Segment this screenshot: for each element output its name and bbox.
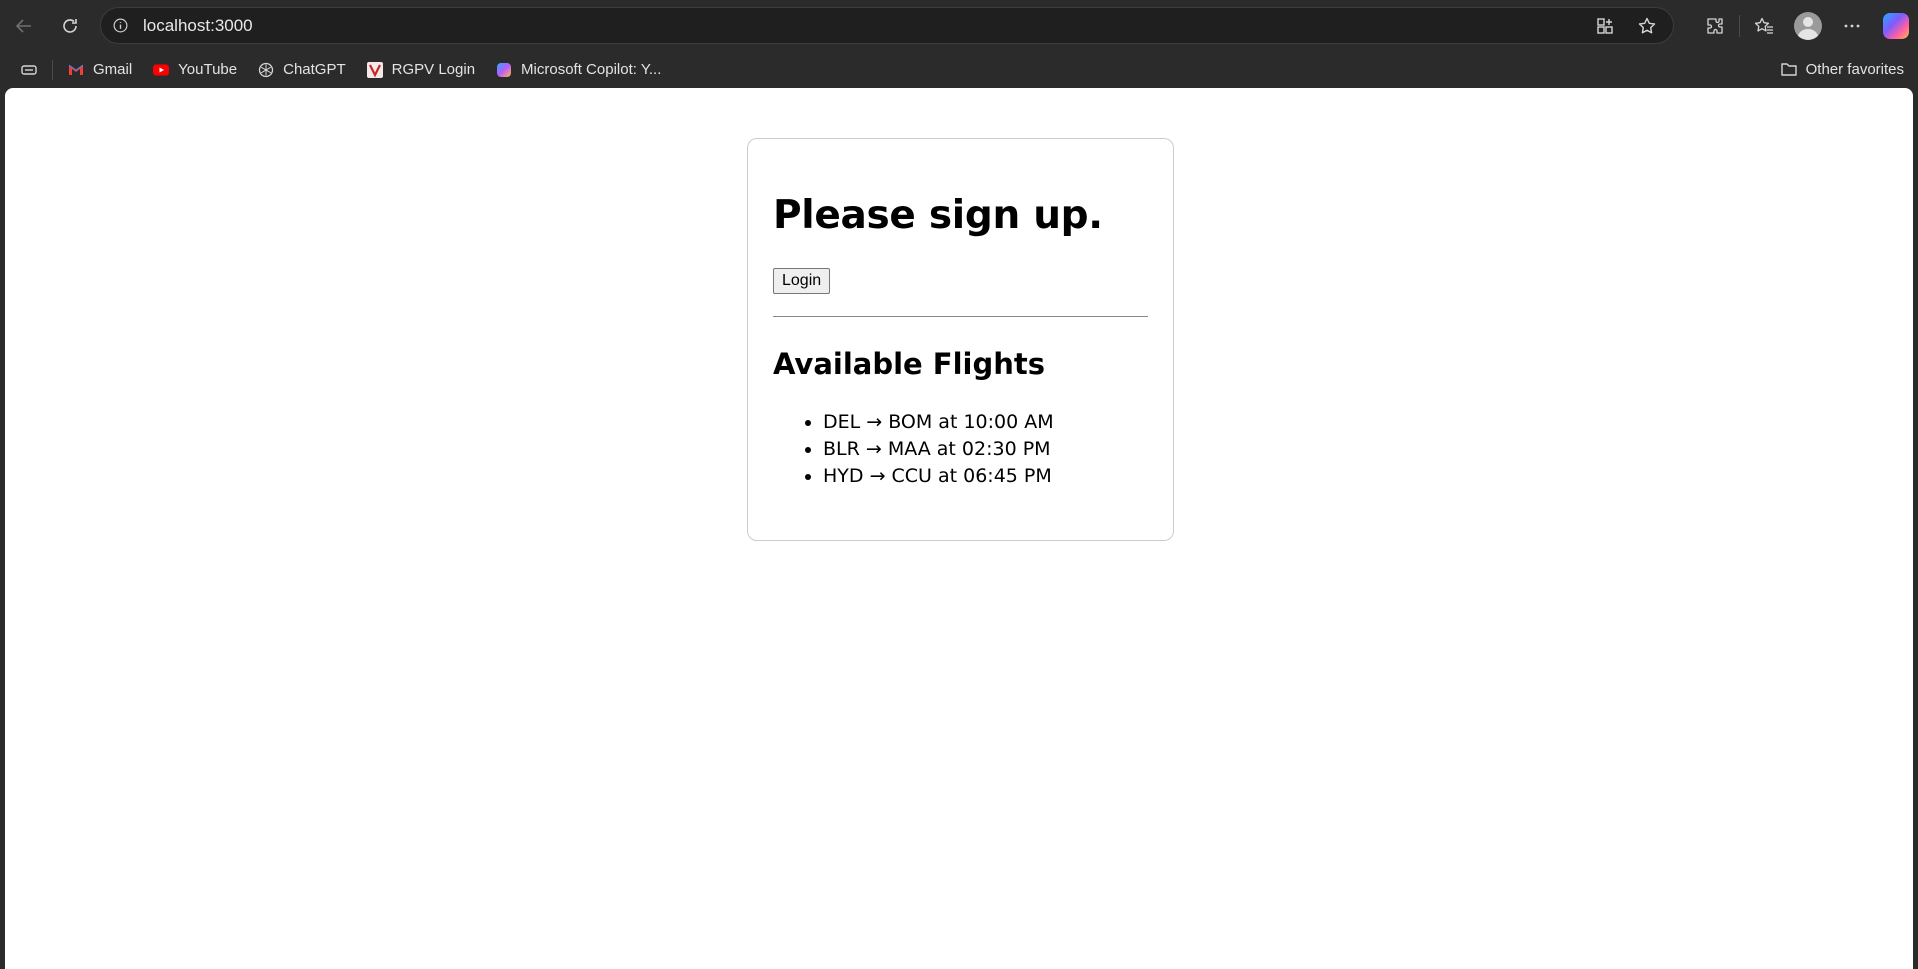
copilot-icon: [495, 61, 513, 79]
copilot-icon: [1883, 13, 1909, 39]
bookmark-chatgpt[interactable]: ChatGPT: [247, 55, 356, 85]
bookmarks-separator: [52, 59, 53, 80]
bookmark-gmail[interactable]: Gmail: [57, 55, 142, 85]
list-item: DEL → BOM at 10:00 AM: [823, 409, 1148, 436]
site-info-icon[interactable]: [101, 7, 139, 44]
extensions-icon[interactable]: [1693, 6, 1737, 46]
bookmark-label: RGPV Login: [391, 61, 476, 78]
list-item: HYD → CCU at 06:45 PM: [823, 463, 1148, 490]
gmail-icon: [67, 61, 85, 79]
more-options-icon[interactable]: [1830, 6, 1874, 46]
toolbar-right: [1693, 6, 1918, 46]
other-favorites-label: Other favorites: [1805, 60, 1904, 78]
divider: [773, 315, 1148, 317]
bookmark-youtube[interactable]: YouTube: [142, 55, 247, 85]
other-favorites[interactable]: Other favorites: [1770, 54, 1914, 84]
toolbar-separator: [1739, 15, 1740, 37]
browser-toolbar: localhost:3000: [0, 0, 1918, 51]
collections-icon: [20, 61, 38, 79]
address-bar[interactable]: localhost:3000: [100, 7, 1674, 44]
page-viewport: Please sign up. Login Available Flights …: [5, 88, 1913, 969]
url-text[interactable]: localhost:3000: [143, 16, 1589, 36]
profile-button[interactable]: [1786, 6, 1830, 46]
flights-heading: Available Flights: [773, 346, 1046, 381]
list-item: BLR → MAA at 02:30 PM: [823, 436, 1148, 463]
collections-button[interactable]: [0, 55, 48, 85]
youtube-icon: [152, 61, 170, 79]
avatar: [1794, 12, 1822, 40]
bookmark-label: Microsoft Copilot: Y...: [521, 61, 662, 78]
favorites-icon[interactable]: [1742, 6, 1786, 46]
login-button[interactable]: Login: [773, 267, 831, 294]
bookmark-microsoft-copilot[interactable]: Microsoft Copilot: Y...: [485, 55, 671, 85]
app-available-icon[interactable]: [1589, 10, 1621, 42]
favorite-star-icon[interactable]: [1631, 10, 1663, 42]
bookmark-label: ChatGPT: [283, 61, 346, 78]
reload-icon: [63, 19, 77, 33]
signup-card: Please sign up. Login Available Flights …: [747, 138, 1174, 541]
bookmarks-bar: Gmail YouTube ChatGPT RGPV Login Microso…: [0, 51, 1918, 88]
bookmark-label: Gmail: [93, 61, 133, 78]
copilot-button[interactable]: [1874, 6, 1918, 46]
folder-icon: [1780, 60, 1798, 78]
reload-button[interactable]: [50, 6, 90, 46]
flights-list: DEL → BOM at 10:00 AM BLR → MAA at 02:30…: [773, 409, 1148, 490]
bookmark-rgpv-login[interactable]: RGPV Login: [356, 55, 485, 85]
page-title: Please sign up.: [773, 193, 1103, 238]
back-arrow-icon: [15, 19, 31, 33]
bookmark-label: YouTube: [178, 61, 238, 78]
chatgpt-icon: [257, 61, 275, 79]
rgpv-icon: [366, 61, 384, 79]
back-button[interactable]: [4, 6, 44, 46]
